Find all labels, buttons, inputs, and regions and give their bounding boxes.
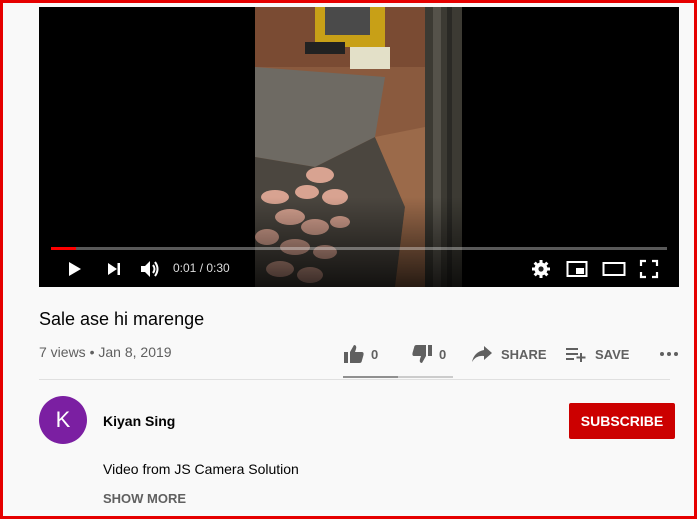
share-icon — [472, 346, 492, 362]
share-label: SHARE — [501, 346, 547, 362]
share-button[interactable]: SHARE — [471, 345, 565, 363]
play-icon — [69, 262, 81, 276]
like-icon — [344, 345, 364, 363]
time-total: 0:30 — [206, 261, 230, 275]
theater-mode-button[interactable] — [601, 258, 627, 280]
sentiment-like-fill — [343, 376, 398, 378]
youtube-watch-page: 0:01 / 0:30 Sale ase hi marenge 7 views … — [0, 0, 697, 519]
like-count: 0 — [371, 346, 379, 362]
fullscreen-button[interactable] — [637, 258, 661, 280]
fullscreen-icon — [639, 259, 659, 279]
dislike-count: 0 — [439, 346, 447, 362]
video-player[interactable]: 0:01 / 0:30 — [39, 7, 679, 287]
next-button[interactable] — [103, 258, 125, 280]
sentiment-bar — [343, 376, 453, 378]
view-count: 7 views — [39, 344, 86, 360]
settings-icon — [532, 260, 550, 278]
upload-date: Jan 8, 2019 — [98, 344, 172, 360]
info-separator: • — [85, 344, 99, 360]
save-label: SAVE — [595, 346, 630, 362]
miniplayer-icon — [566, 261, 588, 277]
dislike-icon — [412, 345, 432, 363]
miniplayer-button[interactable] — [565, 258, 589, 280]
save-button[interactable]: SAVE — [565, 345, 649, 363]
progress-bar[interactable] — [51, 247, 667, 250]
volume-icon — [141, 261, 159, 277]
more-icon — [660, 352, 678, 356]
next-icon — [108, 263, 120, 275]
theater-icon — [602, 262, 626, 276]
video-title: Sale ase hi marenge — [39, 309, 205, 329]
channel-name[interactable]: Kiyan Sing — [103, 413, 175, 429]
like-button[interactable]: 0 — [343, 344, 411, 364]
progress-played — [51, 247, 76, 250]
more-actions-button[interactable] — [649, 351, 679, 357]
video-actions: 0 0 SHARE SAVE — [343, 341, 679, 367]
dislike-button[interactable]: 0 — [411, 344, 471, 364]
video-description: Video from JS Camera Solution — [103, 461, 299, 477]
add-to-playlist-icon — [566, 348, 586, 362]
time-separator: / — [196, 261, 207, 275]
play-button[interactable] — [63, 258, 85, 280]
settings-button[interactable] — [529, 258, 553, 280]
channel-avatar[interactable]: K — [39, 396, 87, 444]
video-info: 7 views • Jan 8, 2019 — [39, 344, 172, 360]
avatar-letter: K — [55, 407, 71, 432]
section-divider — [39, 379, 670, 380]
time-display: 0:01 / 0:30 — [173, 261, 230, 275]
subscribe-button[interactable]: SUBSCRIBE — [569, 403, 675, 439]
time-current: 0:01 — [173, 261, 197, 275]
mute-button[interactable] — [138, 258, 162, 280]
show-more-button[interactable]: SHOW MORE — [103, 491, 186, 506]
